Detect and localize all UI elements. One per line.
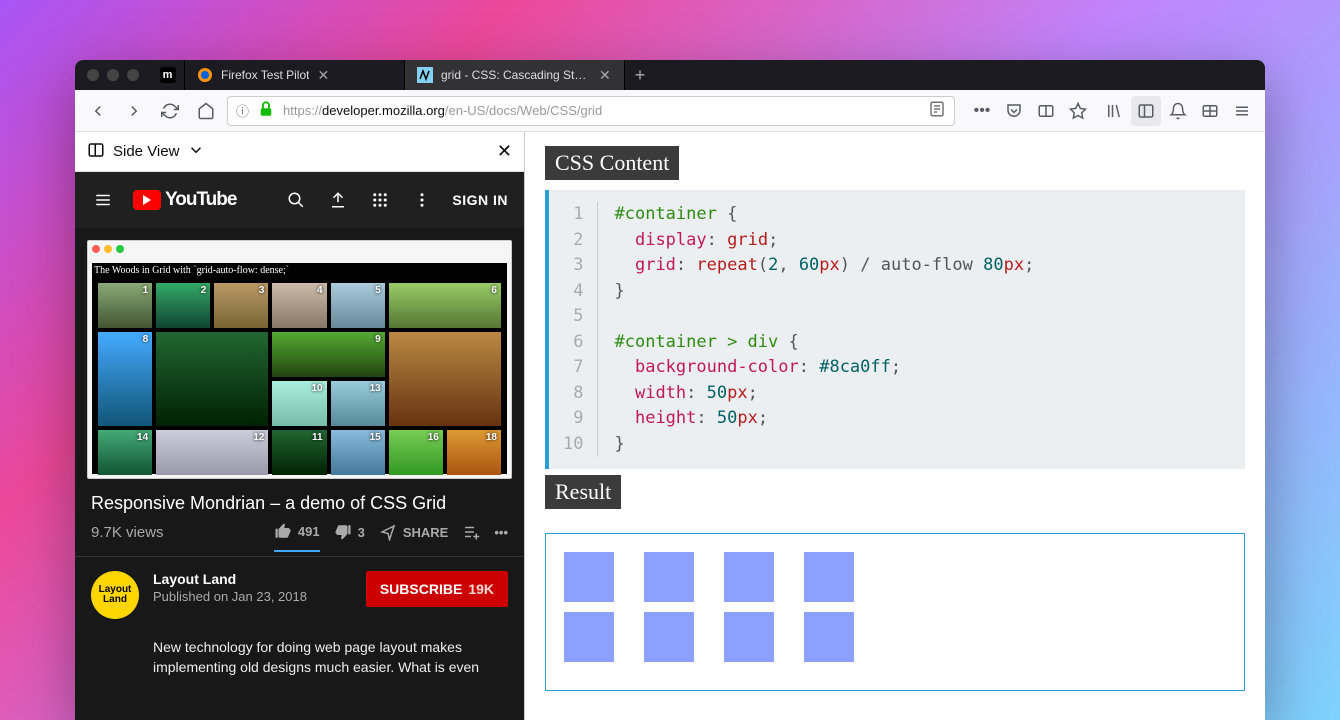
tabstrip: m Firefox Test Pilot ✕ grid - CSS: Casca… [151,60,655,90]
favicon-mozilla: m [160,67,176,83]
lock-icon [257,100,275,121]
youtube-header: YouTube SIGN IN [75,172,524,228]
tab-mdn-grid[interactable]: grid - CSS: Cascading Style Sh ✕ [405,60,625,90]
tab-title: Firefox Test Pilot [221,68,309,82]
result-preview [545,533,1245,691]
close-sideview-button[interactable]: ✕ [497,141,512,162]
tab-title: grid - CSS: Cascading Style Sh [441,68,591,82]
channel-name[interactable]: Layout Land [153,571,352,587]
video-caption: The Woods in Grid with `grid-auto-flow: … [94,265,505,276]
forward-button[interactable] [119,96,149,126]
line-numbers: 12345678910 [549,202,598,457]
minimize-window-button[interactable] [107,69,119,81]
notifications-button[interactable] [1163,96,1193,126]
back-button[interactable] [83,96,113,126]
channel-avatar[interactable]: Layout Land [91,571,139,619]
save-button[interactable] [462,523,480,541]
dislike-button[interactable]: 3 [334,523,365,541]
search-icon[interactable] [284,188,308,212]
bookmark-button[interactable] [1063,96,1093,126]
close-tab-icon[interactable]: ✕ [599,67,611,84]
apps-icon[interactable] [368,188,392,212]
tab-pinned-mozilla[interactable]: m [151,60,185,90]
sidebar-button[interactable] [1131,96,1161,126]
containers-button[interactable] [1195,96,1225,126]
channel-row: Layout Land Layout Land Published on Jan… [75,556,524,633]
sideview-icon [87,141,105,163]
browser-window: m Firefox Test Pilot ✕ grid - CSS: Casca… [75,60,1265,720]
favicon-firefox [197,67,213,83]
tab-firefox-test-pilot[interactable]: Firefox Test Pilot ✕ [185,60,405,90]
youtube-logo[interactable]: YouTube [133,189,236,211]
more-button[interactable]: ••• [494,525,508,540]
menu-button[interactable] [1227,96,1257,126]
content: Side View ✕ YouTube SIGN IN [75,132,1265,720]
sideview-label: Side View [113,143,179,160]
result-grid [564,552,1226,672]
info-icon[interactable]: ⓘ [236,101,249,120]
chevron-down-icon[interactable] [187,141,205,163]
youtube-panel: YouTube SIGN IN The Woods in Grid with `… [75,172,524,720]
screenshot-button[interactable] [1031,96,1061,126]
video-views: 9.7K views [91,524,260,541]
page-actions-button[interactable]: ••• [967,96,997,126]
section-heading-css: CSS Content [545,146,679,180]
close-window-button[interactable] [87,69,99,81]
code-content[interactable]: #container { display: grid; grid: repeat… [598,202,1050,457]
video-gallery-grid: 1 2 3 4 5 6 8 9 10 13 14 12 [98,283,501,468]
main-content: CSS Content 12345678910 #container { dis… [525,132,1265,720]
url-text: https://developer.mozilla.org/en-US/docs… [283,103,920,118]
url-bar[interactable]: ⓘ https://developer.mozilla.org/en-US/do… [227,96,955,126]
share-button[interactable]: SHARE [379,523,449,541]
home-button[interactable] [191,96,221,126]
favicon-mdn [417,67,433,83]
zoom-window-button[interactable] [127,69,139,81]
sideview-header: Side View ✕ [75,132,524,172]
reader-mode-icon[interactable] [928,100,946,121]
publish-date: Published on Jan 23, 2018 [153,589,352,604]
toolbar: ⓘ https://developer.mozilla.org/en-US/do… [75,90,1265,132]
video-meta: Responsive Mondrian – a demo of CSS Grid… [75,479,524,556]
hamburger-icon[interactable] [91,188,115,212]
upload-icon[interactable] [326,188,350,212]
video-description: New technology for doing web page layout… [75,633,524,694]
library-button[interactable] [1099,96,1129,126]
like-button[interactable]: 491 [274,522,320,552]
sidebar: Side View ✕ YouTube SIGN IN [75,132,525,720]
subscribe-button[interactable]: SUBSCRIBE19K [366,571,508,607]
video-title: Responsive Mondrian – a demo of CSS Grid [91,493,508,514]
code-block: 12345678910 #container { display: grid; … [545,190,1245,469]
video-player[interactable]: The Woods in Grid with `grid-auto-flow: … [87,240,512,479]
section-heading-result: Result [545,475,621,509]
close-tab-icon[interactable]: ✕ [317,67,329,84]
signin-button[interactable]: SIGN IN [452,192,508,208]
reload-button[interactable] [155,96,185,126]
titlebar: m Firefox Test Pilot ✕ grid - CSS: Casca… [75,60,1265,90]
new-tab-button[interactable]: + [625,60,655,90]
window-controls [75,69,151,81]
settings-icon[interactable] [410,188,434,212]
pocket-button[interactable] [999,96,1029,126]
